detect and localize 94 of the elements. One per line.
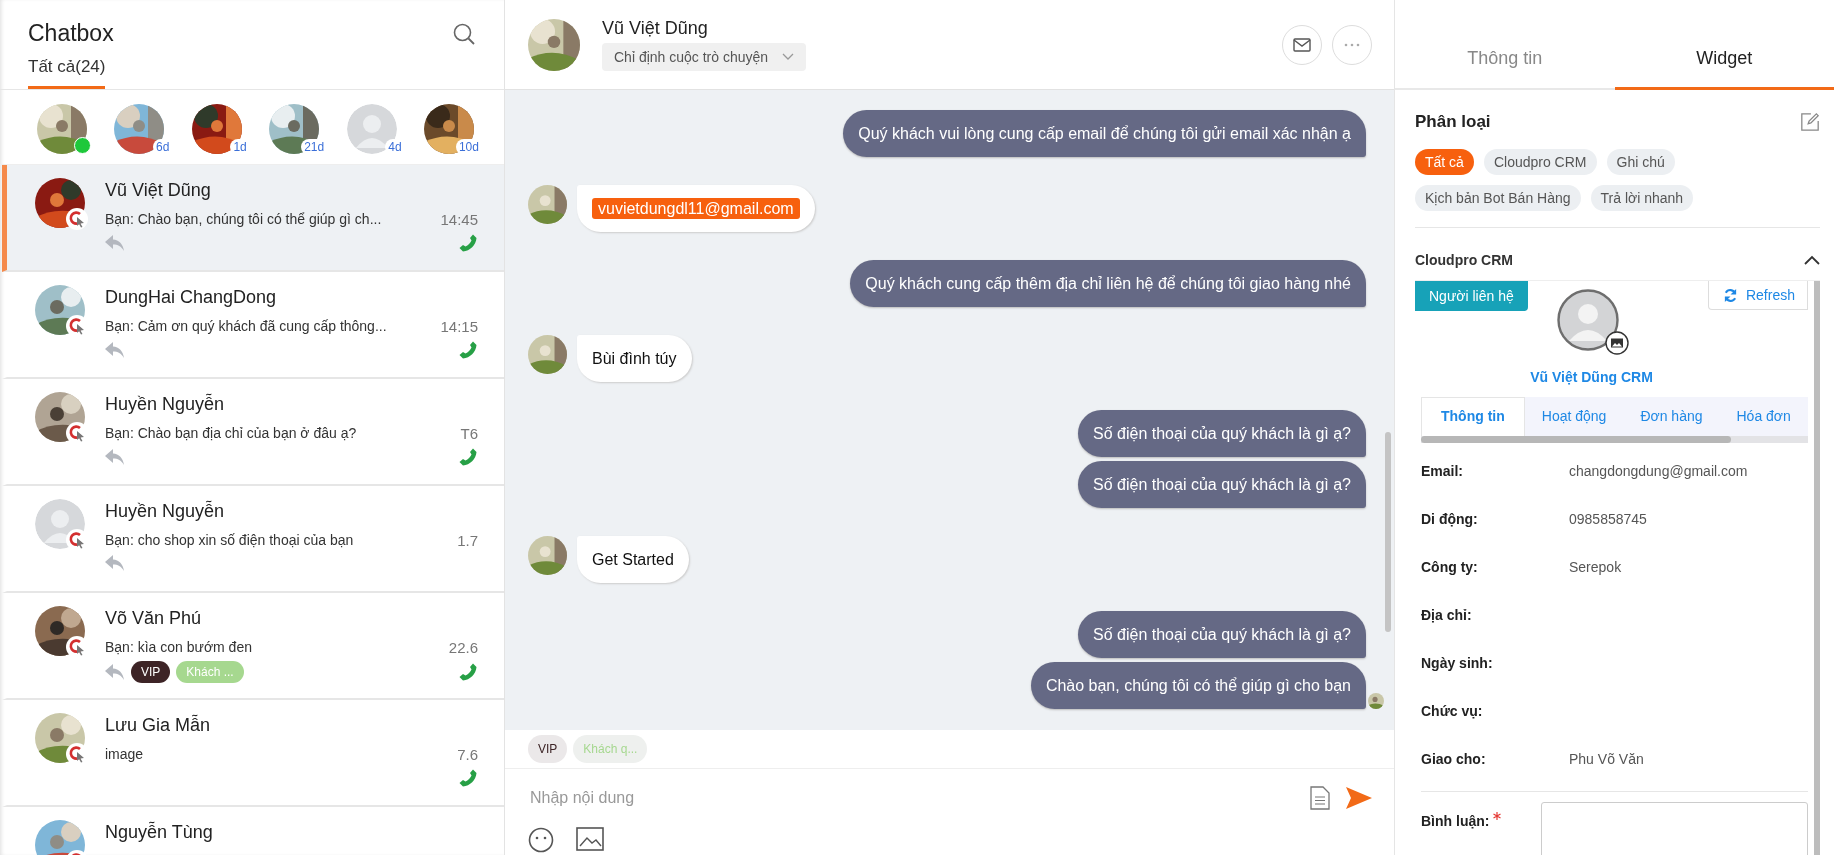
field-label: Công ty: (1421, 559, 1479, 575)
contact-link[interactable]: Vũ Việt Dũng CRM (1415, 369, 1768, 385)
contact-name: Lưu Gia Mẫn (105, 715, 212, 736)
comment-field[interactable] (1541, 802, 1808, 855)
phone-icon[interactable] (458, 447, 478, 467)
edit-icon[interactable] (1800, 112, 1820, 132)
image-icon[interactable] (576, 827, 604, 851)
conversation-item[interactable]: Huyền Nguyễn Bạn: cho shop xin số điện thoại của bạn 1.7 (2, 486, 504, 593)
message-time: 14:15 (440, 318, 478, 335)
conversation-item[interactable]: Lưu Gia Mẫn image 7.6 (2, 700, 504, 807)
conversation-item[interactable]: Võ Văn Phú Bạn: kìa con bướm đen 22.6 VIP Khách ... (2, 593, 504, 700)
field-value: changdongdung@gmail.com (1569, 463, 1748, 479)
section-title: Phân loại (1415, 112, 1491, 132)
contact-name: Võ Văn Phú (105, 608, 203, 629)
message-text: Số điện thoại của quý khách là gì ạ? (1093, 425, 1351, 442)
phone-icon[interactable] (458, 233, 478, 253)
conversation-item[interactable]: Nguyễn Tùng (2, 807, 504, 855)
contact-name: Vũ Việt Dũng (602, 18, 709, 39)
message-time: 14:45 (440, 211, 478, 228)
chevron-down-icon (782, 53, 795, 61)
field-label: Chức vụ: (1421, 703, 1484, 719)
message-text: Bùi đình túy (592, 350, 677, 367)
message-preview: Bạn: Chào bạn, chúng tôi có thể giúp gì ch... (105, 211, 382, 228)
record-tab[interactable]: Hoạt động (1524, 397, 1624, 436)
panel-tab[interactable]: Widget (1614, 0, 1834, 90)
category-chip[interactable]: Trả lời nhanh (1590, 185, 1694, 211)
filter-tab[interactable]: Tất cả(24) (28, 57, 106, 89)
field-label: Email: (1421, 463, 1464, 479)
refresh-button[interactable]: Refresh (1707, 281, 1808, 310)
tag: VIP (528, 735, 568, 763)
field-label: Giao cho: (1421, 751, 1487, 767)
record-type-label: Người liên hệ (1415, 281, 1528, 311)
tag: Khách ... (176, 661, 244, 683)
field-value: Phu Võ Văn (1569, 751, 1644, 767)
message-text: Số điện thoại của quý khách là gì ạ? (1093, 626, 1351, 643)
document-icon[interactable] (1310, 786, 1330, 810)
app-title: Chatbox (28, 20, 114, 47)
chevron-icon[interactable] (1804, 255, 1820, 265)
time-badge: 10d (455, 139, 482, 155)
message-time: 22.6 (448, 639, 478, 656)
default-avatar-icon (1556, 289, 1619, 351)
tag: Khách q... (573, 735, 648, 763)
mail-button[interactable] (1282, 24, 1322, 65)
phone-icon[interactable] (458, 768, 478, 788)
field-label: Địa chỉ: (1421, 607, 1473, 623)
category-chip[interactable]: Kịch bản Bot Bán Hàng (1415, 185, 1581, 211)
message-preview: Bạn: Chào bạn địa chỉ của bạn ở đâu ạ? (105, 425, 357, 442)
message-preview: Bạn: cho shop xin số điện thoại của bạn (105, 532, 354, 549)
message-text: Chào bạn, chúng tôi có thể giúp gì cho bạn (1045, 677, 1351, 694)
section-title: Cloudpro CRM (1415, 252, 1513, 268)
send-icon[interactable] (1346, 787, 1372, 809)
contact-name: Nguyễn Tùng (105, 822, 214, 843)
scrollbar[interactable] (1814, 281, 1820, 855)
message-time: 7.6 (457, 746, 478, 763)
contact-name: Vũ Việt Dũng (105, 180, 212, 201)
contact-name: DungHai ChangDong (105, 287, 278, 308)
more-icon (1343, 42, 1361, 47)
category-chip[interactable]: Ghi chú (1606, 149, 1675, 175)
message-text: Quý khách vui lòng cung cấp email để chúng tôi gửi email xác nhận ạ (858, 125, 1351, 142)
emoji-icon[interactable] (528, 827, 554, 853)
scrollbar[interactable] (1421, 436, 1731, 443)
conversation-item[interactable]: DungHai ChangDong Bạn: Cảm ơn quý khách đã cung cấp thông... 14:15 (2, 272, 504, 379)
record-tab[interactable]: Hóa đơn (1719, 397, 1808, 436)
field-value: Serepok (1569, 559, 1622, 575)
contact-name: Huyền Nguyễn (105, 394, 226, 415)
conversation-item[interactable]: Huyền Nguyễn Bạn: Chào bạn địa chỉ của bạn ở đâu ạ? T6 (2, 379, 504, 486)
message-text: Get Started (592, 551, 674, 568)
field-label: Ngày sinh: (1421, 655, 1494, 671)
field-label: Di động: (1421, 511, 1479, 527)
phone-icon[interactable] (458, 340, 478, 360)
field-value: 0985858745 (1569, 511, 1647, 527)
record-tab[interactable]: Thông tin (1421, 397, 1525, 436)
tag: VIP (131, 661, 171, 683)
phone-icon[interactable] (458, 662, 478, 682)
message-preview: Bạn: Cảm ơn quý khách đã cung cấp thông... (105, 318, 387, 335)
message-preview: Bạn: kìa con bướm đen (105, 639, 252, 656)
scrollbar[interactable] (1385, 432, 1391, 632)
message-preview: image (105, 746, 144, 763)
panel-tab[interactable]: Thông tin (1395, 0, 1615, 90)
message-time: T6 (460, 425, 478, 442)
envelope-icon (1293, 37, 1311, 52)
image-icon[interactable] (1604, 331, 1629, 355)
search-icon[interactable] (452, 21, 476, 46)
field-label: Bình luận: (1421, 813, 1490, 829)
message-text: Quý khách cung cấp thêm địa chỉ liên hệ để chúng tôi giao hàng nhé (865, 275, 1351, 292)
message-text: Số điện thoại của quý khách là gì ạ? (1093, 476, 1351, 493)
conversation-item[interactable]: Vũ Việt Dũng Bạn: Chào bạn, chúng tôi có thể giúp gì ch... 14:45 (2, 165, 504, 272)
message-time: 1.7 (457, 532, 478, 549)
refresh-icon (1722, 287, 1738, 303)
record-tab[interactable]: Đơn hàng (1623, 397, 1720, 436)
assign-dropdown[interactable]: Chỉ định cuộc trò chuyện (602, 43, 807, 71)
category-chip[interactable]: Cloudpro CRM (1483, 149, 1597, 175)
ring-cursor-icon (66, 208, 88, 230)
contact-name: Huyền Nguyễn (105, 501, 226, 522)
